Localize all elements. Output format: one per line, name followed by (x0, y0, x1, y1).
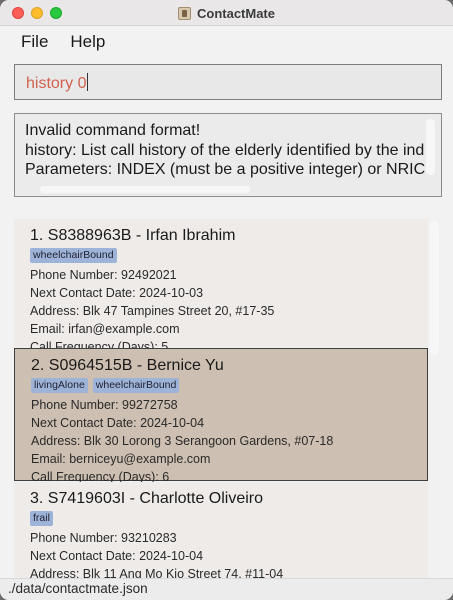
result-line-1: Invalid command format! (25, 122, 201, 139)
command-value: history 0 (26, 75, 87, 92)
next-contact-date: Next Contact Date: 2024-10-03 (30, 286, 204, 300)
email: Email: irfan@example.com (30, 322, 180, 336)
phone-number: Phone Number: 99272758 (31, 398, 178, 412)
result-text: Invalid command format! history: List ca… (25, 121, 425, 180)
person-name: 2. S0964515B - Bernice Yu (31, 357, 224, 374)
phone-number: Phone Number: 92492021 (30, 268, 177, 282)
tag-badge: livingAlone (31, 378, 88, 393)
app-icon (177, 6, 191, 20)
tag-list: frail (30, 511, 425, 526)
menu-file[interactable]: File (21, 32, 48, 52)
window-title: ContactMate (196, 5, 275, 21)
data-file-path: ./data/contactmate.json (8, 581, 148, 596)
command-input-text: history 0 (26, 73, 89, 93)
text-caret (87, 73, 89, 91)
app-window: ContactMate File Help history 0 Invalid … (0, 0, 453, 600)
result-vertical-scrollbar[interactable] (426, 119, 435, 175)
person-card[interactable]: 1. S8388963B - Irfan Ibrahim wheelchairB… (14, 219, 428, 354)
window-title-group: ContactMate (0, 0, 453, 26)
tag-badge: wheelchairBound (92, 378, 180, 393)
result-horizontal-scrollbar[interactable] (40, 186, 250, 193)
list-vertical-scrollbar[interactable] (430, 221, 439, 355)
command-input[interactable]: history 0 (14, 64, 442, 100)
title-bar: ContactMate (0, 0, 453, 26)
menu-bar: File Help (0, 26, 453, 58)
person-card-selected[interactable]: 2. S0964515B - Bernice Yu livingAlone wh… (14, 348, 428, 484)
address: Address: Blk 30 Lorong 3 Serangoon Garde… (31, 434, 334, 448)
result-line-2: history: List call history of the elderl… (25, 141, 425, 159)
tag-list: livingAlone wheelchairBound (31, 378, 426, 393)
menu-help[interactable]: Help (70, 32, 105, 52)
person-card[interactable]: 3. S7419603I - Charlotte Oliveiro frail … (14, 482, 428, 578)
tag-badge: wheelchairBound (30, 248, 117, 263)
result-display: Invalid command format! history: List ca… (14, 113, 442, 197)
status-bar: ./data/contactmate.json (0, 578, 453, 600)
person-details: Phone Number: 92492021 Next Contact Date… (30, 266, 425, 356)
person-name: 1. S8388963B - Irfan Ibrahim (30, 227, 236, 244)
result-line-3: Parameters: INDEX (must be a positive in… (25, 161, 425, 178)
person-card-content: 3. S7419603I - Charlotte Oliveiro frail … (30, 490, 425, 578)
person-card-content: 1. S8388963B - Irfan Ibrahim wheelchairB… (30, 227, 425, 356)
person-name: 3. S7419603I - Charlotte Oliveiro (30, 490, 264, 507)
address: Address: Blk 47 Tampines Street 20, #17-… (30, 304, 275, 318)
phone-number: Phone Number: 93210283 (30, 531, 177, 545)
next-contact-date: Next Contact Date: 2024-10-04 (30, 549, 204, 563)
person-card-content: 2. S0964515B - Bernice Yu livingAlone wh… (31, 357, 426, 486)
email: Email: berniceyu@example.com (31, 452, 211, 466)
address: Address: Blk 11 Ang Mo Kio Street 74, #1… (30, 567, 284, 578)
person-details: Phone Number: 93210283 Next Contact Date… (30, 529, 425, 578)
tag-list: wheelchairBound (30, 248, 425, 263)
person-details: Phone Number: 99272758 Next Contact Date… (31, 396, 426, 486)
next-contact-date: Next Contact Date: 2024-10-04 (31, 416, 205, 430)
tag-badge: frail (30, 511, 53, 526)
